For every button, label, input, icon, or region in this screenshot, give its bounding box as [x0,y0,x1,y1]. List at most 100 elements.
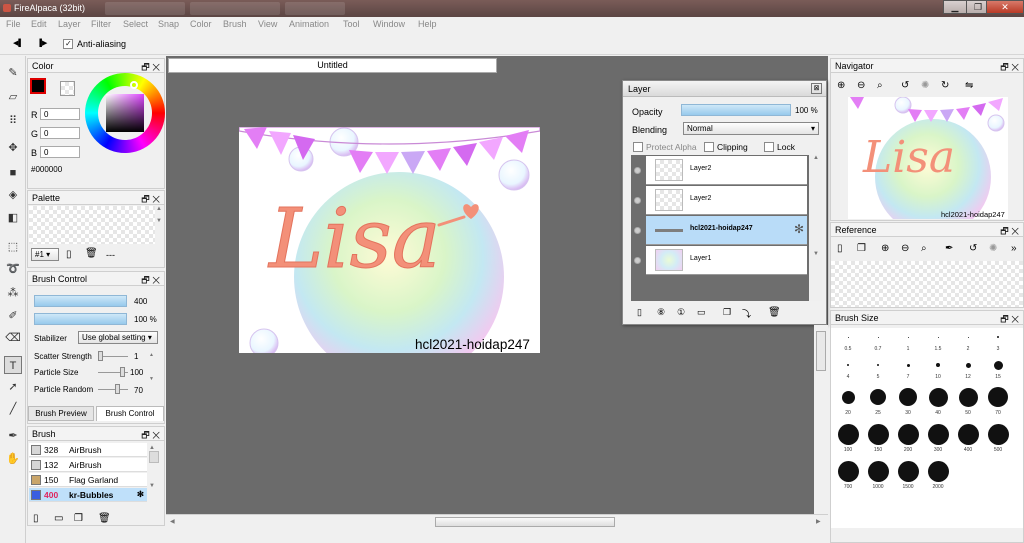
gradient-tool-icon[interactable]: ◧ [4,209,22,227]
layer-row[interactable]: Layer2 [646,156,807,185]
layer-row[interactable]: Layer1 [646,246,807,275]
layer-visibility-toggle[interactable] [634,227,641,234]
menu-filter[interactable]: Filter [91,19,111,29]
layer-visibility-toggle[interactable] [634,167,641,174]
new-1bit-layer-icon[interactable]: ① [677,307,685,318]
brush-size-cell[interactable]: 500 [983,421,1013,458]
rotate-right-icon[interactable]: ↻ [941,80,949,91]
menu-color[interactable]: Color [190,19,212,29]
brush-size-cell[interactable]: 3 [983,328,1013,356]
eyedropper-icon[interactable]: ✒ [945,243,953,254]
r-input[interactable]: 0 [40,108,80,120]
g-input[interactable]: 0 [40,127,80,139]
transparent-color-swatch[interactable] [60,81,75,96]
layer-row[interactable]: Layer2 [646,186,807,215]
brush-item[interactable]: 150 Flag Garland [29,473,147,487]
panel-controls-icon[interactable]: 🗗 ✕ [141,60,160,76]
menu-file[interactable]: File [6,19,21,29]
brush-size-cell[interactable]: 2000 [923,458,953,495]
menu-view[interactable]: View [258,19,277,29]
text-tool-icon[interactable]: T [4,356,22,374]
vertical-scroll-thumb[interactable] [816,331,826,371]
canvas[interactable]: Lisa hcl2021-hoidap247 [239,127,540,353]
dot-tool-icon[interactable]: ⠿ [4,112,22,130]
zoom-out-icon[interactable]: ⊖ [857,80,865,91]
stabilizer-select[interactable]: Use global setting ▾ [78,331,158,344]
background-window-tab[interactable] [285,2,345,15]
saturation-value-square[interactable] [106,94,144,132]
palette-scrollbar[interactable]: ▲ ▼ [156,206,164,244]
horizontal-scrollbar[interactable]: ◀ ▶ [166,514,828,528]
brush-size-cell[interactable]: 1 [893,328,923,356]
copy-icon[interactable]: ❐ [857,243,866,254]
layer-visibility-toggle[interactable] [634,257,641,264]
flip-horizontal-icon[interactable]: ⇋ [965,80,973,91]
brush-size-bar[interactable] [34,295,127,307]
brush-size-cell[interactable]: 5 [863,356,893,384]
gear-icon[interactable]: ✻ [794,222,804,236]
divide-tool-icon[interactable]: ╱ [4,400,22,418]
brush-size-cell[interactable]: 0.7 [863,328,893,356]
vertical-scrollbar[interactable] [814,325,828,514]
brush-size-cell[interactable]: 12 [953,356,983,384]
brush-size-cell[interactable]: 7 [893,356,923,384]
brush-size-cell[interactable]: 50 [953,384,983,421]
next-icon[interactable]: ▐▶ [37,39,47,47]
eraser-tool-icon[interactable]: ▱ [4,88,22,106]
trash-icon[interactable]: 🗑 [768,307,781,318]
zoom-in-icon[interactable]: ⊕ [881,243,889,254]
document-tab[interactable]: Untitled [168,58,497,73]
navigator-preview[interactable]: Lisa hcl2021-hoidap247 [848,97,1008,219]
rotate-left-icon[interactable]: ↺ [901,80,909,91]
layer-opacity-bar[interactable] [681,104,791,116]
magic-wand-tool-icon[interactable]: ⁂ [4,284,22,302]
zoom-reset-icon[interactable]: ⌕ [877,80,883,91]
menu-snap[interactable]: Snap [158,19,179,29]
particle-random-slider-handle[interactable] [115,384,120,394]
layer-list-scrollbar[interactable]: ▲ ▼ [810,155,822,301]
hand-tool-icon[interactable]: ✋ [4,450,22,468]
lasso-tool-icon[interactable]: ➰ [4,260,22,278]
trash-icon[interactable]: 🗑 [98,513,111,524]
menu-tool[interactable]: Tool [343,19,360,29]
brush-size-cell[interactable]: 20 [833,384,863,421]
duplicate-brush-icon[interactable]: ❐ [74,513,83,524]
brush-opacity-bar[interactable] [34,313,127,325]
brush-item[interactable]: 328 AirBrush [29,443,147,457]
brush-size-cell[interactable]: 25 [863,384,893,421]
menu-select[interactable]: Select [123,19,148,29]
new-8bit-layer-icon[interactable]: ⑧ [657,307,665,318]
rotate-reset-icon[interactable]: ✺ [921,80,929,91]
anti-aliasing-checkbox[interactable] [63,39,73,49]
zoom-reset-icon[interactable]: ⌕ [921,243,927,254]
brush-size-cell[interactable]: 100 [833,421,863,458]
layer-visibility-toggle[interactable] [634,197,641,204]
layer-row-selected[interactable]: hcl2021-hoidap247 ✻ [646,216,807,245]
brush-size-cell[interactable]: 30 [893,384,923,421]
palette-selector[interactable]: #1 ▾ [31,248,59,261]
lock-checkbox[interactable] [764,142,774,152]
brush-item-selected[interactable]: 400 kr-Bubbles ✻ [29,488,147,502]
gear-icon[interactable]: ✻ [137,489,144,500]
brush-size-cell[interactable]: 1500 [893,458,923,495]
fill-rect-tool-icon[interactable]: ■ [4,164,22,182]
select-pen-tool-icon[interactable]: ✐ [4,307,22,325]
pen-tool-icon[interactable]: ✎ [4,64,22,82]
brush-size-cell[interactable]: 40 [923,384,953,421]
eyedropper-tool-icon[interactable]: ✒ [4,427,22,445]
panel-controls-icon[interactable]: 🗗 ✕ [1000,224,1019,240]
brush-size-cell[interactable]: 0.5 [833,328,863,356]
more-icon[interactable]: » [1011,243,1017,254]
rotate-reset-icon[interactable]: ✺ [989,243,997,254]
brush-size-cell[interactable]: 15 [983,356,1013,384]
blending-select[interactable]: Normal ▾ [683,122,819,135]
menu-edit[interactable]: Edit [31,19,47,29]
new-palette-icon[interactable]: ▯ [66,249,72,260]
background-window-tab[interactable] [190,2,280,15]
hue-handle[interactable] [130,81,138,89]
duplicate-layer-icon[interactable]: ❐ [723,307,731,318]
zoom-in-icon[interactable]: ⊕ [837,80,845,91]
brush-control-scrollbar[interactable]: ▲ ▼ [149,352,156,396]
scatter-slider-handle[interactable] [98,351,103,361]
select-tool-icon[interactable]: ⬚ [4,238,22,256]
